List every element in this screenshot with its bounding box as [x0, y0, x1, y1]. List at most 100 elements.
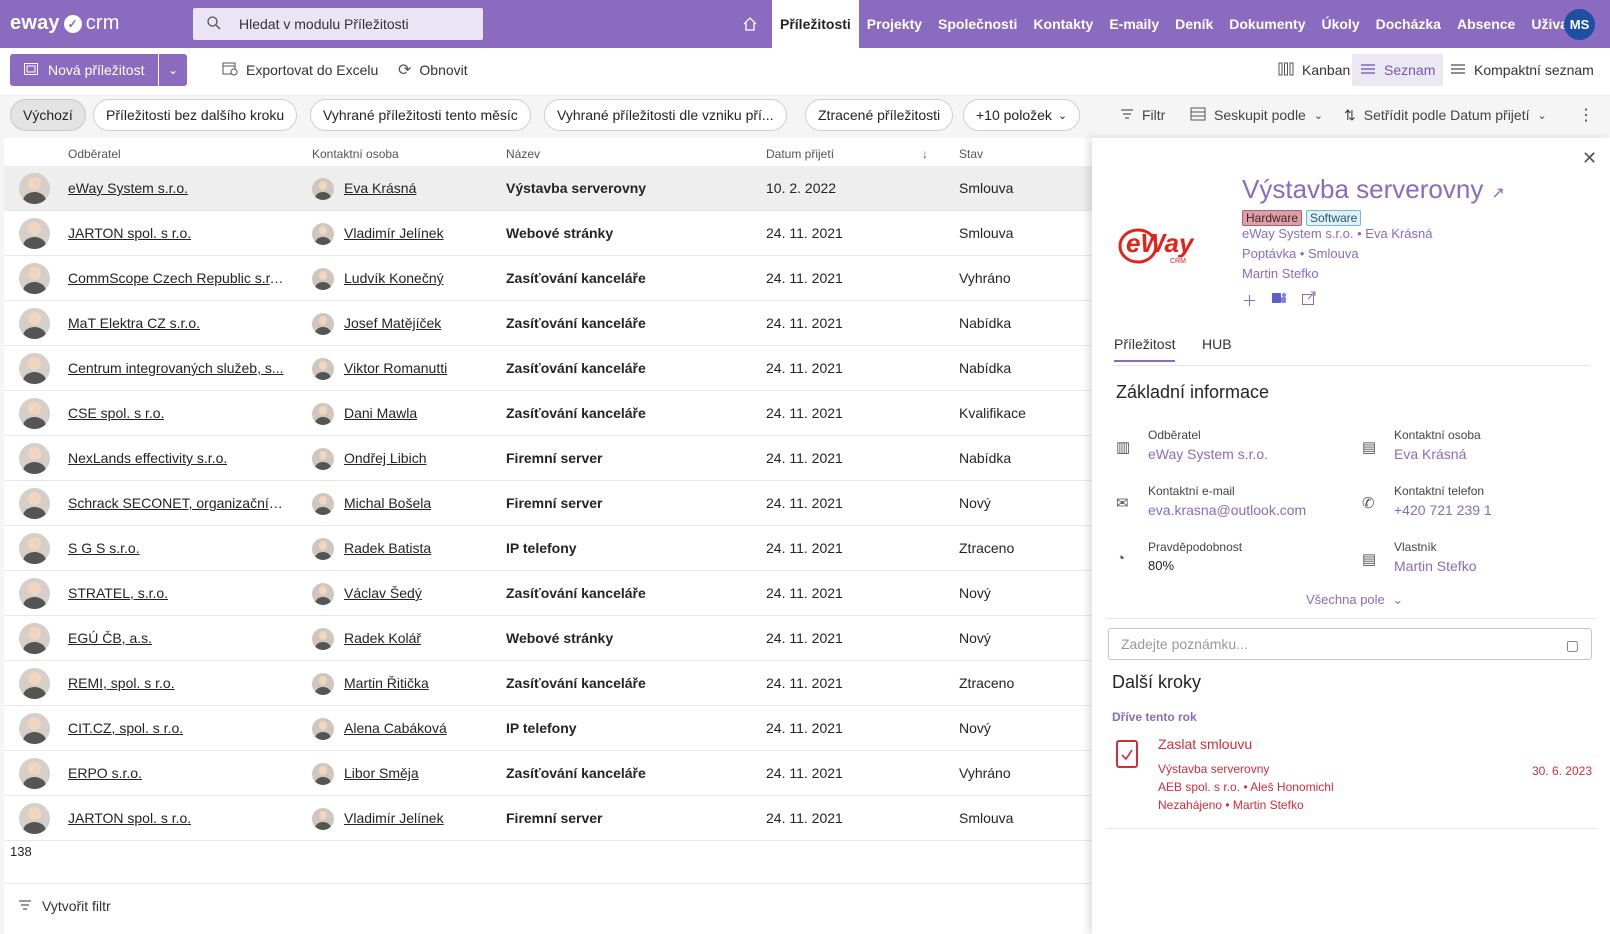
nav-item-attendance[interactable]: Docházka	[1368, 0, 1449, 48]
table-row[interactable]: CommScope Czech Republic s.r.o. Ludvík Ko…	[4, 256, 1092, 301]
table-row[interactable]: eWay System s.r.o. Eva Krásná Výstavba ser…	[4, 166, 1092, 211]
cell-company[interactable]: eWay System s.r.o.	[68, 180, 188, 196]
module-search[interactable]: Hledat v modulu Příležitosti	[193, 8, 483, 40]
cell-contact[interactable]: Josef Matějíček	[344, 315, 441, 331]
external-link-icon[interactable]: ↗	[1491, 185, 1504, 202]
cell-contact[interactable]: Vladimír Jelínek	[344, 810, 444, 826]
field-phone-value[interactable]: +420 721 239 1	[1394, 502, 1492, 518]
filter-chip-default[interactable]: Výchozí	[10, 99, 86, 131]
field-contact-value[interactable]: Eva Krásná	[1394, 446, 1466, 462]
cell-contact[interactable]: Vladimír Jelínek	[344, 225, 444, 241]
add-icon[interactable]: ＋	[1242, 290, 1257, 311]
search-input[interactable]: Hledat v modulu Příležitosti	[239, 16, 409, 32]
table-row[interactable]: STRATEL, s.r.o. Václav Šedý Zasíťování kan…	[4, 571, 1092, 616]
table-row[interactable]: Centrum integrovaných služeb, s... Viktor…	[4, 346, 1092, 391]
column-contact[interactable]: Kontaktní osoba	[312, 147, 399, 161]
cell-contact[interactable]: Alena Cabáková	[344, 720, 447, 736]
sort-by-button[interactable]: ⇅ Setřídit podle Datum přijetí ⌄	[1344, 99, 1547, 131]
table-row[interactable]: MaT Elektra CZ s.r.o. Josef Matějíček Zasí…	[4, 301, 1092, 346]
teams-icon[interactable]	[1271, 290, 1287, 311]
cell-company[interactable]: CommScope Czech Republic s.r.o.	[68, 270, 284, 286]
meta-contact[interactable]: Eva Krásná	[1365, 226, 1432, 241]
nav-item-absence[interactable]: Absence	[1449, 0, 1523, 48]
column-date[interactable]: Datum přijetí	[766, 147, 834, 161]
nav-item-contacts[interactable]: Kontakty	[1025, 0, 1101, 48]
app-logo[interactable]: eway ✓ crm	[10, 12, 120, 35]
export-excel-button[interactable]: Exportovat do Excelu	[222, 54, 378, 86]
cell-contact[interactable]: Ondřej Libich	[344, 450, 427, 466]
new-opportunity-button[interactable]: Nová příležitost	[10, 54, 158, 86]
share-icon[interactable]	[1301, 290, 1317, 311]
table-row[interactable]: CSE spol. s r.o. Dani Mawla Zasíťování kan…	[4, 391, 1092, 436]
view-compact-list[interactable]: Kompaktní seznam	[1442, 54, 1602, 86]
cell-company[interactable]: Schrack SECONET, organizační sl...	[68, 495, 284, 511]
table-row[interactable]: JARTON spol. s r.o. Vladimír Jelínek Webov…	[4, 211, 1092, 256]
field-owner-value[interactable]: Martin Stefko	[1394, 558, 1476, 574]
cell-contact[interactable]: Ludvík Konečný	[344, 270, 444, 286]
cell-contact[interactable]: Martin Řitička	[344, 675, 429, 691]
filter-chip-won-by-origin[interactable]: Vyhrané příležitosti dle vzniku pří...	[544, 99, 787, 131]
create-filter-button[interactable]: Vytvořit filtr	[18, 898, 111, 914]
view-kanban[interactable]: Kanban	[1270, 54, 1358, 86]
nav-item-journal[interactable]: Deník	[1167, 0, 1221, 48]
group-by-button[interactable]: Seskupit podle ⌄	[1190, 99, 1323, 131]
table-row[interactable]: REMI, spol. s r.o. Martin Řitička Zasíťová…	[4, 661, 1092, 706]
cell-contact[interactable]: Radek Batista	[344, 540, 431, 556]
cell-contact[interactable]: Michal Bošela	[344, 495, 431, 511]
nav-item-documents[interactable]: Dokumenty	[1221, 0, 1313, 48]
cell-company[interactable]: Centrum integrovaných služeb, s...	[68, 360, 284, 376]
filter-chip-lost[interactable]: Ztracené příležitosti	[805, 99, 954, 131]
cell-company[interactable]: STRATEL, s.r.o.	[68, 585, 168, 601]
cell-contact[interactable]: Václav Šedý	[344, 585, 422, 601]
cell-contact[interactable]: Radek Kolář	[344, 630, 421, 646]
table-row[interactable]: S G S s.r.o. Radek Batista IP telefony 24. …	[4, 526, 1092, 571]
tab-hub[interactable]: HUB	[1202, 336, 1232, 352]
task-name[interactable]: Zaslat smlouvu	[1158, 736, 1252, 752]
filter-chip-no-next-step[interactable]: Příležitosti bez dalšího kroku	[93, 99, 298, 131]
task-item[interactable]: Zaslat smlouvu Výstavba serverovny AEB s…	[1112, 736, 1592, 812]
meta-owner[interactable]: Martin Stefko	[1242, 266, 1319, 281]
sort-desc-icon[interactable]: ↓	[922, 147, 928, 161]
nav-item-opportunities[interactable]: Příležitosti	[772, 0, 859, 48]
table-row[interactable]: JARTON spol. s r.o. Vladimír Jelínek Firem…	[4, 796, 1092, 841]
field-customer-value[interactable]: eWay System s.r.o.	[1148, 446, 1268, 462]
cell-company[interactable]: MaT Elektra CZ s.r.o.	[68, 315, 200, 331]
table-row[interactable]: EGÚ ČB, a.s. Radek Kolář Webové stránky 24.…	[4, 616, 1092, 661]
table-row[interactable]: CIT.CZ, spol. s r.o. Alena Cabáková IP tel…	[4, 706, 1092, 751]
nav-item-tasks[interactable]: Úkoly	[1313, 0, 1367, 48]
table-row[interactable]: NexLands effectivity s.r.o. Ondřej Libich…	[4, 436, 1092, 481]
nav-item-emails[interactable]: E-maily	[1101, 0, 1167, 48]
all-fields-toggle[interactable]: Všechna pole ⌄	[1306, 592, 1403, 608]
meta-stage[interactable]: Poptávka	[1242, 246, 1296, 261]
table-row[interactable]: Schrack SECONET, organizační sl... Michal…	[4, 481, 1092, 526]
meta-company[interactable]: eWay System s.r.o.	[1242, 226, 1354, 241]
filter-chip-more[interactable]: +10 položek ⌄	[963, 99, 1081, 131]
cell-contact[interactable]: Eva Krásná	[344, 180, 416, 196]
refresh-button[interactable]: ⟳ Obnovit	[398, 54, 468, 86]
cell-company[interactable]: JARTON spol. s r.o.	[68, 225, 191, 241]
tab-opportunity[interactable]: Příležitost	[1114, 336, 1176, 362]
cell-company[interactable]: NexLands effectivity s.r.o.	[68, 450, 227, 466]
nav-item-companies[interactable]: Společnosti	[930, 0, 1025, 48]
view-list[interactable]: Seznam	[1352, 54, 1444, 86]
column-customer[interactable]: Odběratel	[68, 147, 121, 161]
meta-state[interactable]: Smlouva	[1308, 246, 1359, 261]
column-title[interactable]: Název	[506, 147, 540, 161]
filter-button[interactable]: Filtr	[1120, 99, 1165, 131]
more-options-icon[interactable]: ⋮	[1578, 99, 1594, 131]
cell-company[interactable]: S G S s.r.o.	[68, 540, 140, 556]
comment-icon[interactable]: ▢	[1566, 637, 1579, 654]
table-row[interactable]: ERPO s.r.o. Libor Směja Zasíťování kancelá…	[4, 751, 1092, 796]
cell-company[interactable]: JARTON spol. s r.o.	[68, 810, 191, 826]
home-icon[interactable]	[736, 0, 764, 48]
nav-item-projects[interactable]: Projekty	[859, 0, 930, 48]
cell-company[interactable]: REMI, spol. s r.o.	[68, 675, 175, 691]
cell-company[interactable]: EGÚ ČB, a.s.	[68, 630, 152, 646]
close-icon[interactable]: ✕	[1582, 148, 1597, 169]
filter-chip-won-this-month[interactable]: Vyhrané příležitosti tento měsíc	[310, 99, 531, 131]
note-input[interactable]: Zadejte poznámku... ▢	[1108, 628, 1592, 660]
field-email-value[interactable]: eva.krasna@outlook.com	[1148, 502, 1306, 518]
cell-company[interactable]: ERPO s.r.o.	[68, 765, 142, 781]
cell-contact[interactable]: Viktor Romanutti	[344, 360, 447, 376]
user-avatar[interactable]: MS	[1564, 9, 1595, 40]
